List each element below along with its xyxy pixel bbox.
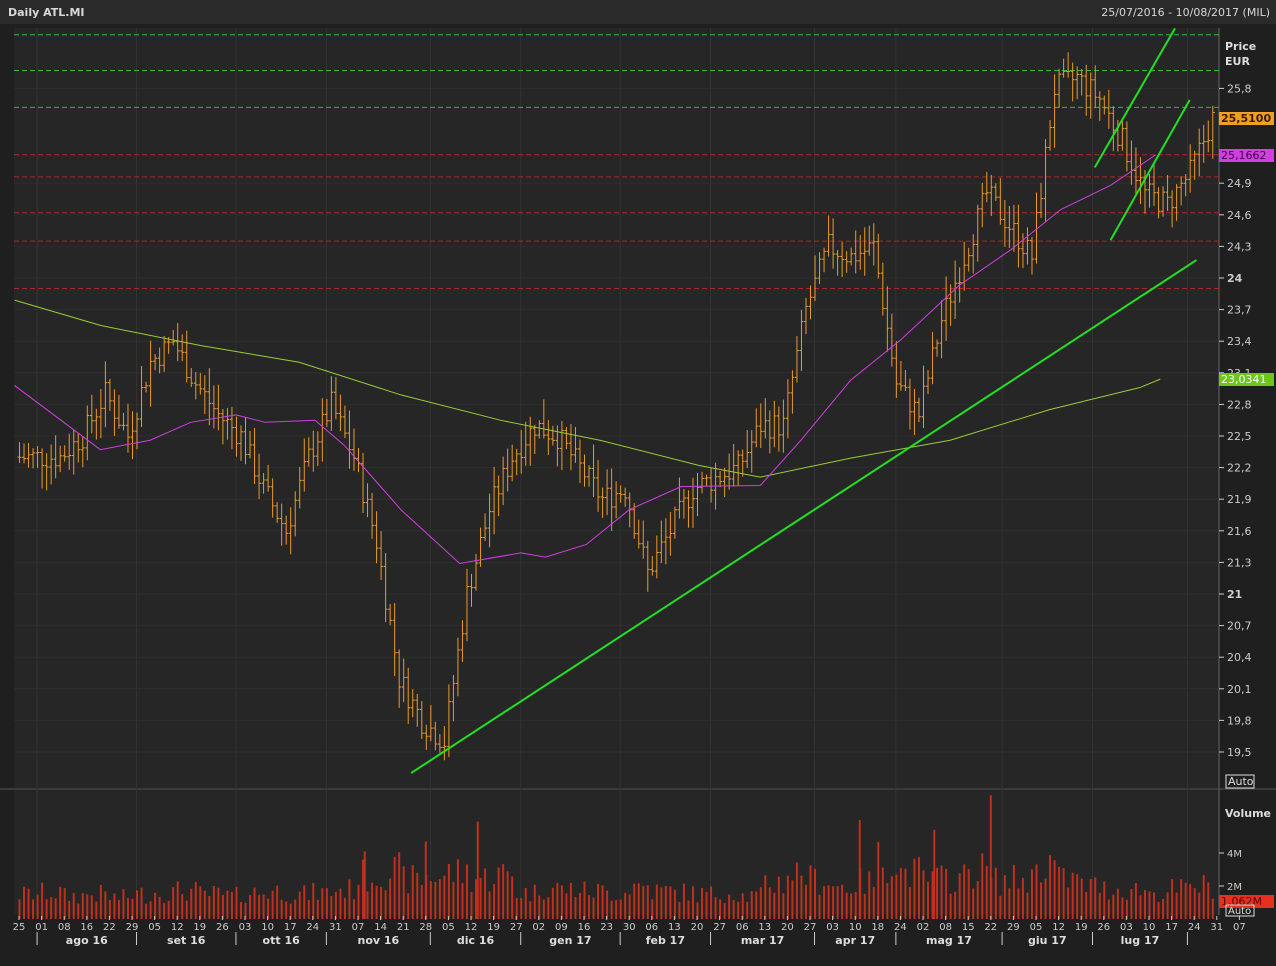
x-tick-label: 02 bbox=[917, 922, 930, 933]
x-tick-label: 03 bbox=[826, 922, 839, 933]
x-tick-label: 13 bbox=[758, 922, 771, 933]
y-tick-label: 22,2 bbox=[1227, 462, 1252, 475]
y-tick-label: 21,6 bbox=[1227, 525, 1252, 538]
x-tick-label: 30 bbox=[623, 922, 636, 933]
x-tick-label: 16 bbox=[578, 922, 591, 933]
x-tick-label: 27 bbox=[713, 922, 726, 933]
x-tick-label: 27 bbox=[804, 922, 817, 933]
price-auto-label[interactable]: Auto bbox=[1228, 775, 1254, 788]
x-tick-label: 05 bbox=[442, 922, 455, 933]
month-label: feb 17 bbox=[646, 934, 685, 947]
x-tick-label: 25 bbox=[13, 922, 26, 933]
y-tick-label: 22,5 bbox=[1227, 430, 1252, 443]
y-tick-label: 24,6 bbox=[1227, 209, 1252, 222]
y-tick-label: 24,3 bbox=[1227, 240, 1252, 253]
y-tick-label: 21 bbox=[1227, 588, 1242, 601]
x-tick-label: 19 bbox=[487, 922, 500, 933]
month-label: gen 17 bbox=[549, 934, 591, 947]
month-label: mar 17 bbox=[741, 934, 784, 947]
month-label: lug 17 bbox=[1121, 934, 1160, 947]
x-tick-label: 06 bbox=[736, 922, 749, 933]
y-tick-label: 23,4 bbox=[1227, 335, 1252, 348]
x-tick-label: 12 bbox=[1052, 922, 1065, 933]
volume-tick-label: 2M bbox=[1227, 882, 1242, 893]
y-tick-label: 21,9 bbox=[1227, 493, 1252, 506]
x-tick-label: 02 bbox=[532, 922, 545, 933]
x-tick-label: 17 bbox=[1165, 922, 1178, 933]
x-tick-label: 22 bbox=[103, 922, 116, 933]
volume-plot-area bbox=[14, 790, 1219, 915]
x-tick-label: 28 bbox=[419, 922, 432, 933]
month-label: apr 17 bbox=[835, 934, 875, 947]
y-tick-label: 25,8 bbox=[1227, 82, 1252, 95]
x-tick-label: 20 bbox=[691, 922, 704, 933]
ma-long-value: 23,0341 bbox=[1221, 373, 1267, 386]
x-tick-label: 10 bbox=[1143, 922, 1156, 933]
x-tick-label: 29 bbox=[126, 922, 139, 933]
volume-tick-label: 4M bbox=[1227, 849, 1242, 860]
x-tick-label: 31 bbox=[1210, 922, 1223, 933]
x-tick-label: 07 bbox=[1233, 922, 1246, 933]
x-tick-label: 19 bbox=[1075, 922, 1088, 933]
x-tick-label: 23 bbox=[600, 922, 613, 933]
month-label: ago 16 bbox=[66, 934, 108, 947]
y-tick-label: 19,5 bbox=[1227, 746, 1252, 759]
x-tick-label: 18 bbox=[871, 922, 884, 933]
x-tick-label: 24 bbox=[1188, 922, 1201, 933]
x-tick-label: 26 bbox=[1097, 922, 1110, 933]
x-tick-label: 12 bbox=[171, 922, 184, 933]
x-tick-label: 19 bbox=[193, 922, 206, 933]
y-tick-label: 19,8 bbox=[1227, 714, 1252, 727]
x-tick-label: 27 bbox=[510, 922, 523, 933]
x-tick-label: 20 bbox=[781, 922, 794, 933]
y-tick-label: 22,8 bbox=[1227, 398, 1252, 411]
x-tick-label: 05 bbox=[1030, 922, 1043, 933]
x-tick-label: 24 bbox=[306, 922, 319, 933]
last-price-value: 25,5100 bbox=[1221, 112, 1271, 125]
x-tick-label: 21 bbox=[397, 922, 410, 933]
x-tick-label: 31 bbox=[329, 922, 342, 933]
x-tick-label: 15 bbox=[962, 922, 975, 933]
month-label: mag 17 bbox=[926, 934, 972, 947]
x-tick-label: 08 bbox=[58, 922, 71, 933]
x-tick-label: 06 bbox=[645, 922, 658, 933]
price-chart[interactable]: ago 16 set 16 ott 16 nov 16 dic 16 gen 17 feb … bbox=[0, 0, 1276, 966]
price-plot-area bbox=[14, 28, 1219, 788]
y-tick-label: 21,3 bbox=[1227, 556, 1252, 569]
x-tick-label: 29 bbox=[1007, 922, 1020, 933]
x-tick-label: 14 bbox=[374, 922, 387, 933]
ma-short-value: 25,1662 bbox=[1221, 149, 1267, 162]
y-tick-label: 23,7 bbox=[1227, 304, 1252, 317]
month-label: ott 16 bbox=[263, 934, 301, 947]
month-label: dic 16 bbox=[457, 934, 495, 947]
x-tick-label: 09 bbox=[555, 922, 568, 933]
volume-auto-label[interactable]: Auto bbox=[1228, 906, 1251, 917]
x-tick-label: 17 bbox=[284, 922, 297, 933]
x-tick-label: 05 bbox=[148, 922, 161, 933]
y-tick-label: 24 bbox=[1227, 272, 1243, 285]
x-tick-label: 03 bbox=[239, 922, 252, 933]
x-tick-label: 26 bbox=[216, 922, 229, 933]
x-tick-label: 10 bbox=[849, 922, 862, 933]
month-label: nov 16 bbox=[357, 934, 399, 947]
x-tick-label: 13 bbox=[668, 922, 681, 933]
month-label: giu 17 bbox=[1028, 934, 1067, 947]
y-tick-label: 20,1 bbox=[1227, 683, 1252, 696]
x-tick-label: 22 bbox=[984, 922, 997, 933]
x-tick-label: 24 bbox=[894, 922, 907, 933]
y-tick-label: 20,7 bbox=[1227, 620, 1252, 633]
x-tick-label: 10 bbox=[261, 922, 274, 933]
price-axis-label: Price bbox=[1225, 40, 1256, 53]
currency-label: EUR bbox=[1225, 55, 1250, 68]
x-tick-label: 03 bbox=[1120, 922, 1133, 933]
x-tick-label: 12 bbox=[465, 922, 478, 933]
x-tick-label: 08 bbox=[939, 922, 952, 933]
y-tick-label: 20,4 bbox=[1227, 651, 1252, 664]
x-tick-label: 16 bbox=[80, 922, 93, 933]
month-label: set 16 bbox=[167, 934, 206, 947]
x-tick-label: 01 bbox=[35, 922, 48, 933]
volume-axis-label: Volume bbox=[1225, 807, 1271, 820]
y-tick-label: 24,9 bbox=[1227, 177, 1252, 190]
x-tick-label: 07 bbox=[352, 922, 365, 933]
